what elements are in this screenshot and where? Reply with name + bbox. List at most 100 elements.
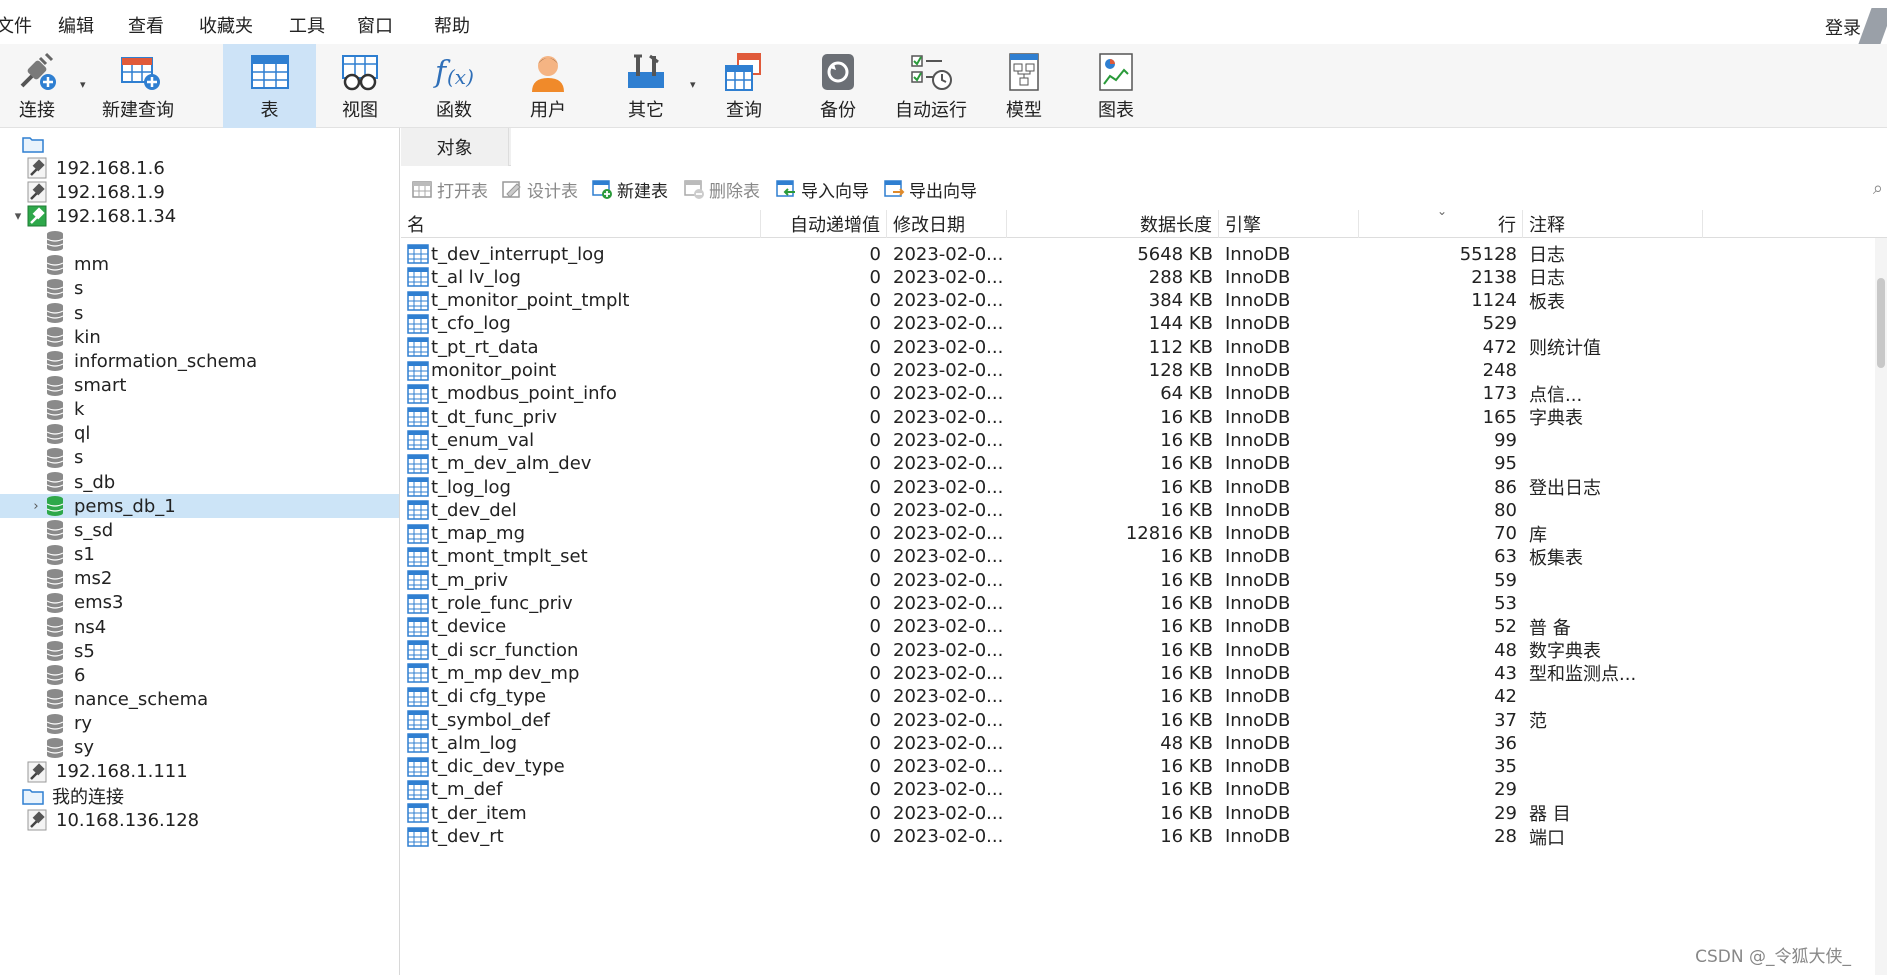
tree-node-database[interactable]: s1 bbox=[0, 543, 399, 567]
scrollbar-thumb[interactable] bbox=[1877, 278, 1885, 368]
table-icon bbox=[407, 477, 429, 497]
tree-node-connection[interactable]: 192.168.1.6 bbox=[0, 156, 399, 180]
col-comment[interactable]: 注释 bbox=[1523, 210, 1703, 238]
other-button[interactable]: 其它 bbox=[604, 44, 688, 128]
tree-node-database[interactable]: ms2 bbox=[0, 567, 399, 591]
table-row[interactable]: t_dev_rt 0 2023-02-0... 16 KB InnoDB 28 端口 bbox=[401, 823, 1887, 851]
function-button[interactable]: f (x) 函数 bbox=[412, 44, 496, 128]
search-icon[interactable]: ⌕ bbox=[1873, 178, 1883, 199]
tree-node-database[interactable]: s bbox=[0, 301, 399, 325]
tab-objects[interactable]: 对象 bbox=[401, 128, 509, 166]
menu-view[interactable]: 查看 bbox=[128, 12, 164, 38]
table-icon bbox=[407, 640, 429, 660]
tree-node-label: s bbox=[74, 447, 84, 469]
tree-node-label: pems_db_1 bbox=[74, 495, 176, 517]
new-table-icon bbox=[592, 180, 612, 199]
table-icon bbox=[407, 756, 429, 777]
tree-node-database[interactable]: s_sd bbox=[0, 518, 399, 542]
tree-node-label: 192.168.1.6 bbox=[56, 157, 165, 179]
menu-window[interactable]: 窗口 bbox=[357, 12, 393, 38]
tree-node-database[interactable]: s bbox=[0, 446, 399, 470]
table-icon bbox=[407, 360, 429, 381]
query-button[interactable]: 查询 bbox=[702, 44, 786, 128]
delete-table-button[interactable]: 删除表 bbox=[683, 176, 760, 202]
new-table-button[interactable]: 新建表 bbox=[591, 176, 668, 202]
col-data-length[interactable]: 数据长度 bbox=[1007, 210, 1219, 238]
tree-expand-icon[interactable]: › bbox=[28, 499, 44, 514]
col-name[interactable]: 名 bbox=[401, 210, 761, 238]
tree-expand-icon[interactable]: ▾ bbox=[10, 209, 26, 224]
tree-node-database[interactable]: k bbox=[0, 398, 399, 422]
tree-node-database[interactable]: › pems_db_1 bbox=[0, 494, 399, 519]
other-dropdown-icon[interactable]: ▾ bbox=[690, 78, 696, 91]
open-table-button[interactable]: 打开表 bbox=[411, 176, 488, 202]
tree-node-database[interactable]: 6 bbox=[0, 663, 399, 687]
user-icon bbox=[523, 50, 573, 94]
tools-icon bbox=[621, 50, 671, 94]
tree-node-connection[interactable]: 10.168.136.128 bbox=[0, 808, 399, 832]
menu-help[interactable]: 帮助 bbox=[434, 12, 470, 38]
tree-node-group[interactable] bbox=[0, 132, 399, 156]
tree-node-connection[interactable]: 192.168.1.111 bbox=[0, 760, 399, 784]
menu-tools[interactable]: 工具 bbox=[289, 12, 325, 38]
tree-node-database[interactable]: s5 bbox=[0, 639, 399, 663]
database-icon bbox=[44, 616, 66, 638]
database-icon bbox=[44, 688, 66, 710]
tree-node-database[interactable]: kin bbox=[0, 325, 399, 349]
tree-node-database[interactable]: smart bbox=[0, 374, 399, 398]
chart-button[interactable]: 图表 bbox=[1074, 44, 1158, 128]
connection-icon bbox=[26, 157, 48, 179]
tree-node-label: ry bbox=[74, 713, 93, 735]
table-icon bbox=[407, 430, 429, 451]
tree-node-database[interactable]: s bbox=[0, 277, 399, 301]
tree-node-connection[interactable]: ▾ 192.168.1.34 bbox=[0, 204, 399, 228]
new-query-button[interactable]: 新建查询 bbox=[92, 44, 184, 128]
model-button[interactable]: 模型 bbox=[982, 44, 1066, 128]
tree-node-database[interactable]: information_schema bbox=[0, 349, 399, 373]
connection-icon bbox=[26, 761, 48, 783]
tree-node-database[interactable]: ems3 bbox=[0, 591, 399, 615]
tree-node-group[interactable]: 我的连接 bbox=[0, 784, 399, 808]
design-table-button[interactable]: 设计表 bbox=[501, 176, 578, 202]
tree-node-database[interactable] bbox=[0, 229, 399, 253]
tree-node-database[interactable]: ry bbox=[0, 712, 399, 736]
table-icon bbox=[407, 663, 429, 684]
table-name-text: t_di scr_function bbox=[431, 639, 579, 661]
auto-run-button[interactable]: 自动运行 bbox=[886, 44, 976, 128]
vertical-scrollbar[interactable] bbox=[1875, 238, 1887, 975]
database-icon bbox=[44, 302, 66, 324]
tree-node-database[interactable]: mm bbox=[0, 253, 399, 277]
tree-node-database[interactable]: nance_schema bbox=[0, 687, 399, 711]
tree-node-database[interactable]: sy bbox=[0, 736, 399, 760]
database-icon bbox=[44, 278, 66, 300]
menu-favorites[interactable]: 收藏夹 bbox=[199, 12, 253, 38]
tab-bar: 对象 bbox=[401, 128, 1887, 166]
tree-node-database[interactable]: ns4 bbox=[0, 615, 399, 639]
login-avatar-icon[interactable] bbox=[1858, 8, 1887, 44]
svg-text:(x): (x) bbox=[447, 65, 474, 89]
table-button[interactable]: 表 bbox=[223, 44, 316, 128]
user-button[interactable]: 用户 bbox=[506, 44, 590, 128]
tree-node-label: ms2 bbox=[74, 568, 113, 590]
tree-node-database[interactable]: s_db bbox=[0, 470, 399, 494]
database-icon bbox=[44, 230, 66, 252]
tree-node-database[interactable]: ql bbox=[0, 422, 399, 446]
connect-dropdown-icon[interactable]: ▾ bbox=[80, 78, 86, 91]
col-modified[interactable]: 修改日期 bbox=[887, 210, 1007, 238]
view-button[interactable]: 视图 bbox=[318, 44, 402, 128]
tree-node-connection[interactable]: 192.168.1.9 bbox=[0, 180, 399, 204]
import-wizard-button[interactable]: 导入向导 bbox=[775, 176, 869, 202]
backup-icon bbox=[813, 50, 863, 94]
table-icon bbox=[407, 337, 429, 357]
export-wizard-button[interactable]: 导出向导 bbox=[883, 176, 977, 202]
menu-edit[interactable]: 编辑 bbox=[58, 12, 94, 38]
login-button[interactable]: 登录 bbox=[1825, 14, 1861, 40]
connection-open-icon bbox=[26, 205, 48, 227]
backup-button[interactable]: 备份 bbox=[796, 44, 880, 128]
cell-data-length: 16 KB bbox=[1160, 826, 1213, 847]
col-engine[interactable]: 引擎 bbox=[1219, 210, 1359, 238]
database-icon bbox=[44, 640, 66, 662]
col-auto-inc[interactable]: 自动递增值 bbox=[761, 210, 887, 238]
connect-button[interactable]: 连接 bbox=[4, 44, 70, 128]
menu-file[interactable]: 文件 bbox=[0, 12, 32, 38]
